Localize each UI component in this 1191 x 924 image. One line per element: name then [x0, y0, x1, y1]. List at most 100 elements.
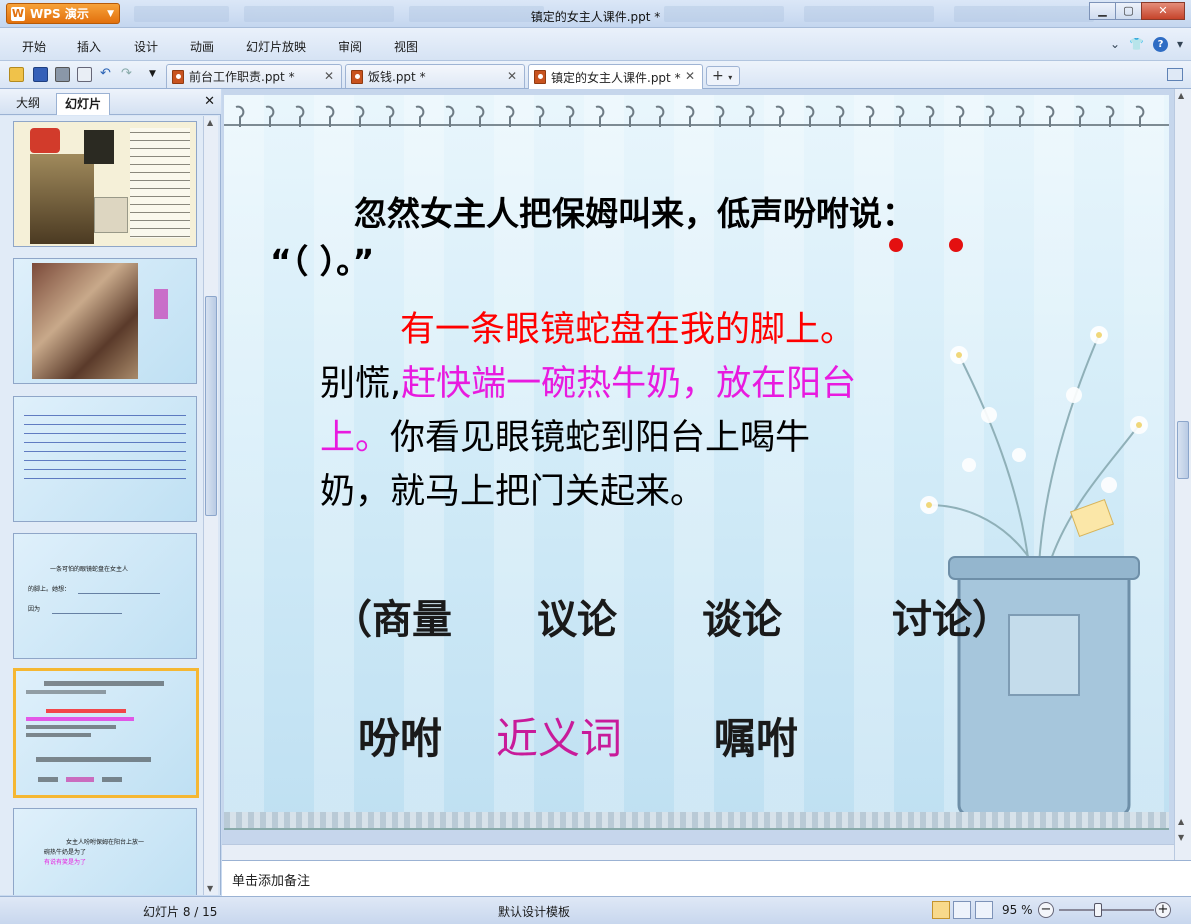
- notes-pane[interactable]: 单击添加备注: [222, 860, 1191, 896]
- ppt-file-icon: [172, 69, 184, 84]
- thumbnail-text: 碗热牛奶是为了: [44, 849, 87, 856]
- redo-icon[interactable]: ↷: [121, 67, 136, 82]
- option-taolun: 讨论）: [892, 597, 1012, 643]
- tab-slides[interactable]: 幻灯片: [56, 93, 111, 115]
- option-yilun: 议论: [537, 597, 617, 643]
- current-slide[interactable]: 忽然女主人把保姆叫来，低声吩咐说： “（ ）。” 有一条眼镜蛇盘在我的脚上。 别…: [224, 95, 1169, 830]
- word-zhufu: 嘱咐: [714, 714, 799, 763]
- zoom-out-button[interactable]: −: [1038, 902, 1054, 918]
- tab-label: 镇定的女主人课件.ppt *: [551, 70, 681, 85]
- text-block: [66, 777, 94, 782]
- minimize-button[interactable]: ▁: [1089, 2, 1115, 20]
- ppt-file-icon: [534, 70, 546, 84]
- tab-document-3-active[interactable]: 镇定的女主人课件.ppt * ✕: [528, 64, 703, 89]
- prev-slide-icon[interactable]: ▲: [1178, 817, 1184, 826]
- thumbnail-text: 的脚上。她想：: [28, 586, 71, 593]
- thumbnail-text: 一条可怕的眼镜蛇盘在女主人: [50, 566, 129, 573]
- window-layout-icon[interactable]: [1167, 68, 1183, 81]
- print-icon[interactable]: [55, 67, 70, 82]
- text-block: [38, 777, 58, 782]
- text-block: [26, 733, 91, 737]
- question-line-1: 忽然女主人把保姆叫来，低声吩咐说：: [354, 194, 915, 233]
- close-icon[interactable]: ✕: [324, 69, 334, 83]
- quote-line-1: 有一条眼镜蛇盘在我的脚上。: [400, 303, 855, 357]
- chevron-down-icon[interactable]: ⌄: [1110, 37, 1120, 52]
- zoom-in-button[interactable]: +: [1155, 902, 1171, 918]
- zoom-slider-handle[interactable]: [1094, 903, 1102, 917]
- text-block: [130, 128, 190, 238]
- text-block: [24, 409, 186, 479]
- menu-slideshow[interactable]: 幻灯片放映: [246, 38, 306, 55]
- tab-document-1[interactable]: 前台工作职责.ppt * ✕: [166, 64, 342, 88]
- maximize-button[interactable]: ▢: [1115, 2, 1141, 20]
- quote-magenta-text: 上。: [320, 418, 391, 458]
- menu-review[interactable]: 审阅: [338, 38, 362, 55]
- scroll-up-icon[interactable]: ▲: [207, 118, 213, 127]
- print-preview-icon[interactable]: [77, 67, 92, 82]
- blank-line: [52, 613, 122, 614]
- slideshow-view-icon[interactable]: [975, 901, 993, 919]
- quote-black-text: 别慌,: [320, 364, 402, 404]
- zoom-level: 95 %: [1002, 903, 1033, 917]
- ppt-file-icon: [351, 69, 363, 84]
- help-icon[interactable]: ?: [1152, 37, 1168, 52]
- quote-black-text: 你看见眼镜蛇到阳台上喝牛: [390, 418, 811, 458]
- close-icon[interactable]: ✕: [204, 94, 215, 109]
- slide-thumbnail-9[interactable]: 女主人吩咐保姆在阳台上放一 碗热牛奶是为了 有说有笑是为了: [13, 808, 197, 895]
- editor-vertical-scrollbar[interactable]: ▲ ▲ ▼: [1174, 89, 1191, 860]
- menu-bar: 开始 插入 设计 动画 幻灯片放映 审阅 视图 ⌄ 👕 ? ▾: [0, 28, 1191, 61]
- slide-thumbnail-6[interactable]: [13, 396, 197, 522]
- close-icon[interactable]: ✕: [507, 69, 517, 83]
- flower-vase-decoration: [920, 326, 1148, 817]
- open-folder-icon[interactable]: [9, 67, 24, 82]
- slide-sorter-view-icon[interactable]: [953, 901, 971, 919]
- emphasis-dot: [889, 238, 903, 252]
- scrollbar-thumb[interactable]: [205, 296, 217, 516]
- slide-thumbnail-5[interactable]: [13, 258, 197, 384]
- menu-view[interactable]: 视图: [394, 38, 418, 55]
- scrollbar-thumb[interactable]: [1177, 421, 1189, 479]
- snake-photo: [84, 130, 114, 164]
- document-tab-bar: ↶ ↷ ▼ 前台工作职责.ppt * ✕ 饭钱.ppt * ✕ 镇定的女主人课件…: [0, 61, 1191, 89]
- slide-thumbnail-7[interactable]: 一条可怕的眼镜蛇盘在女主人 的脚上。她想： 因为: [13, 533, 197, 659]
- tab-outline[interactable]: 大纲: [8, 93, 48, 115]
- menu-insert[interactable]: 插入: [77, 38, 101, 55]
- menu-home[interactable]: 开始: [22, 38, 46, 55]
- slide-thumbnail-8-selected[interactable]: [13, 668, 199, 798]
- text-block: [44, 681, 164, 686]
- tab-document-2[interactable]: 饭钱.ppt * ✕: [345, 64, 525, 88]
- undo-icon[interactable]: ↶: [100, 67, 115, 82]
- close-icon[interactable]: ✕: [685, 69, 695, 83]
- thumbnail-text: 因为: [28, 606, 41, 613]
- customize-chevron-icon[interactable]: ▼: [149, 67, 164, 82]
- slide-thumbnail-4[interactable]: [13, 121, 197, 247]
- chevron-down-icon[interactable]: ▾: [1177, 37, 1183, 52]
- status-bar: 幻灯片 8 / 15 默认设计模板 95 % − +: [0, 896, 1191, 924]
- menu-design[interactable]: 设计: [134, 38, 158, 55]
- quote-line-3: 上。你看见眼镜蛇到阳台上喝牛: [320, 411, 810, 465]
- word-fenfu: 吩咐: [358, 714, 443, 763]
- thumbnail-text: 有说有笑是为了: [44, 859, 87, 866]
- zoom-slider-track[interactable]: [1059, 909, 1154, 911]
- editor-horizontal-scrollbar[interactable]: [222, 844, 1174, 860]
- text-block: [36, 757, 151, 762]
- dinner-scene-image: [32, 263, 138, 379]
- new-tab-button[interactable]: + ▾: [706, 66, 740, 86]
- slide-thumbnail-list: 4 ☆ 5 ☆ 6 ☆ 7 ☆ 一条可怕的眼镜蛇盘在女主人 的脚上。她想：: [0, 116, 203, 895]
- menu-animation[interactable]: 动画: [190, 38, 214, 55]
- save-icon[interactable]: [33, 67, 48, 82]
- scroll-down-icon[interactable]: ▼: [207, 884, 213, 893]
- scroll-up-icon[interactable]: ▲: [1178, 91, 1184, 100]
- title-bar: W WPS 演示 ▼ 镇定的女主人课件.ppt * ▁ ▢ ✕: [0, 0, 1191, 28]
- shirt-skin-icon[interactable]: 👕: [1129, 37, 1144, 52]
- close-button[interactable]: ✕: [1141, 2, 1185, 20]
- next-slide-icon[interactable]: ▼: [1178, 833, 1184, 842]
- option-shangliang: （商量: [332, 597, 452, 643]
- normal-view-icon[interactable]: [932, 901, 950, 919]
- text-block: [46, 709, 126, 713]
- design-template[interactable]: 默认设计模板: [498, 903, 570, 920]
- slide-panel-scrollbar[interactable]: ▲ ▼: [203, 116, 218, 895]
- notes-placeholder: 单击添加备注: [232, 874, 311, 889]
- text-block: [26, 725, 116, 729]
- emphasis-dot: [949, 238, 963, 252]
